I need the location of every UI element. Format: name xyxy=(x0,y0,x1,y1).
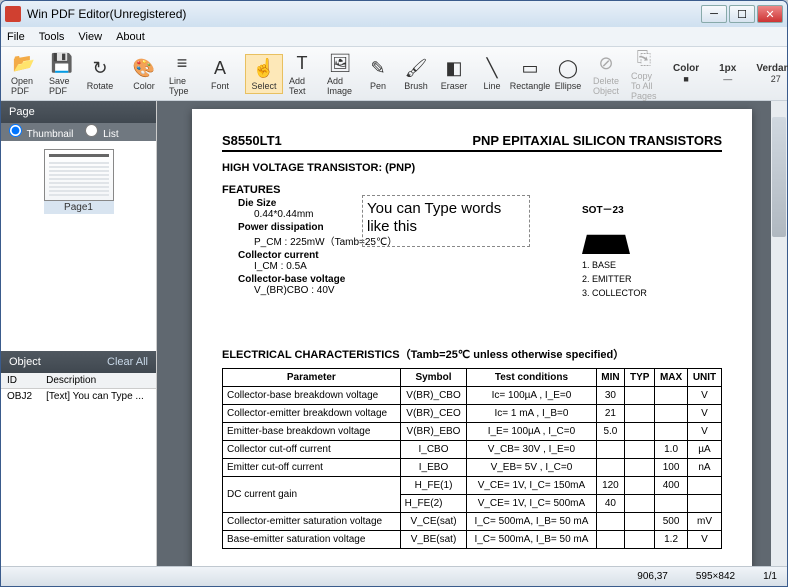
line-type-icon: ≡ xyxy=(170,52,194,76)
brush-icon: 🖌 xyxy=(404,57,428,81)
document-area[interactable]: S8550LT1 PNP EPITAXIAL SILICON TRANSISTO… xyxy=(157,101,787,566)
titlebar: Win PDF Editor(Unregistered) ─ ☐ ✕ xyxy=(1,1,787,27)
table-row: Emitter-base breakdown voltageV(BR)_EBOI… xyxy=(223,423,722,441)
table-row: Collector-base breakdown voltageV(BR)_CB… xyxy=(223,387,722,405)
menu-file[interactable]: File xyxy=(7,31,25,43)
rotate-icon: ↻ xyxy=(88,57,112,81)
clear-all-link[interactable]: Clear All xyxy=(107,356,148,368)
font-icon: A xyxy=(208,57,232,81)
status-pos: 906,37 xyxy=(637,571,668,582)
view-mode: Thumbnail List xyxy=(1,123,156,141)
page-panel-header: Page xyxy=(1,101,156,123)
eraser-button[interactable]: ◧Eraser xyxy=(435,55,473,93)
doc-title: PNP EPITAXIAL SILICON TRANSISTORS xyxy=(472,133,722,148)
line-type-button[interactable]: ≡Line Type xyxy=(163,50,201,98)
add-text-button[interactable]: TAdd Text xyxy=(283,50,321,98)
font-button[interactable]: AFont xyxy=(201,55,239,93)
save-pdf-button[interactable]: 💾Save PDF xyxy=(43,50,81,98)
status-page: 1/1 xyxy=(763,571,777,582)
statusbar: 906,37 595×842 1/1 xyxy=(1,566,787,586)
rectangle-icon: ▭ xyxy=(518,57,542,81)
menubar: File Tools View About xyxy=(1,27,787,47)
pdf-page: S8550LT1 PNP EPITAXIAL SILICON TRANSISTO… xyxy=(192,109,752,566)
color-button[interactable]: 🎨Color xyxy=(125,55,163,93)
maximize-button[interactable]: ☐ xyxy=(729,5,755,23)
open-pdf-icon: 📂 xyxy=(12,52,36,76)
add-image-button[interactable]: 🖼Add Image xyxy=(321,50,359,98)
brush-button[interactable]: 🖌Brush xyxy=(397,55,435,93)
minimize-button[interactable]: ─ xyxy=(701,5,727,23)
menu-tools[interactable]: Tools xyxy=(39,31,65,43)
scroll-thumb[interactable] xyxy=(772,117,786,237)
rotate-button[interactable]: ↻Rotate xyxy=(81,55,119,93)
status-px: 1px— xyxy=(709,63,746,84)
ellipse-button[interactable]: ◯Ellipse xyxy=(549,55,587,93)
select-icon: ☝ xyxy=(252,57,276,81)
status-font: Verdana27 xyxy=(746,63,788,84)
scrollbar[interactable] xyxy=(771,101,787,566)
doc-subtitle: HIGH VOLTAGE TRANSISTOR: (PNP) xyxy=(222,162,722,174)
select-button[interactable]: ☝Select xyxy=(245,54,283,94)
add-image-icon: 🖼 xyxy=(328,52,352,76)
rectangle-button[interactable]: ▭Rectangle xyxy=(511,55,549,93)
list-radio[interactable]: List xyxy=(85,124,118,140)
eraser-icon: ◧ xyxy=(442,57,466,81)
text-edit-box[interactable]: You can Type words like this xyxy=(362,195,530,247)
line-icon: ╲ xyxy=(480,57,504,81)
delete-object-icon: ⊘ xyxy=(594,52,618,76)
object-panel-header: Object Clear All xyxy=(1,351,156,373)
save-pdf-icon: 💾 xyxy=(50,52,74,76)
open-pdf-button[interactable]: 📂Open PDF xyxy=(5,50,43,98)
color-icon: 🎨 xyxy=(132,57,156,81)
ellipse-icon: ◯ xyxy=(556,57,580,81)
ec-table: ParameterSymbolTest conditionsMINTYPMAXU… xyxy=(222,368,722,549)
table-row: DC current gainH_FE(1)V_CE= 1V, I_C= 150… xyxy=(223,477,722,495)
thumbnail-list: Page1 xyxy=(1,141,156,351)
copy-all-button: ⎘Copy To All Pages xyxy=(625,45,663,103)
table-row: Collector-emitter breakdown voltageV(BR)… xyxy=(223,405,722,423)
pen-button[interactable]: ✎Pen xyxy=(359,55,397,93)
ec-heading: ELECTRICAL CHARACTERISTICS（Tamb=25℃ unle… xyxy=(222,349,624,361)
window-title: Win PDF Editor(Unregistered) xyxy=(27,7,701,21)
delete-object-button: ⊘Delete Object xyxy=(587,50,625,98)
thumbnail-radio[interactable]: Thumbnail xyxy=(9,124,73,140)
status-color: Color■ xyxy=(663,63,709,84)
add-text-icon: T xyxy=(290,52,314,76)
pen-icon: ✎ xyxy=(366,57,390,81)
part-number: S8550LT1 xyxy=(222,133,282,148)
object-list: IDDescription OBJ2[Text] You can Type ..… xyxy=(1,373,156,567)
table-row: Collector cut-off currentI_CBOV_CB= 30V … xyxy=(223,441,722,459)
menu-view[interactable]: View xyxy=(78,31,102,43)
object-row[interactable]: OBJ2[Text] You can Type ... xyxy=(1,388,156,404)
menu-about[interactable]: About xyxy=(116,31,145,43)
toolbar: 📂Open PDF💾Save PDF↻Rotate🎨Color≡Line Typ… xyxy=(1,47,787,101)
copy-all-icon: ⎘ xyxy=(632,47,656,71)
status-size: 595×842 xyxy=(696,571,735,582)
table-row: Emitter cut-off currentI_EBOV_EB= 5V , I… xyxy=(223,459,722,477)
table-row: Base-emitter saturation voltageV_BE(sat)… xyxy=(223,531,722,549)
package-diagram: SOT－23 1. BASE 2. EMITTER 3. COLLECTOR xyxy=(582,201,722,298)
page-thumbnail[interactable]: Page1 xyxy=(44,149,114,214)
table-row: Collector-emitter saturation voltageV_CE… xyxy=(223,513,722,531)
line-button[interactable]: ╲Line xyxy=(473,55,511,93)
close-button[interactable]: ✕ xyxy=(757,5,783,23)
app-icon xyxy=(5,6,21,22)
sot23-icon xyxy=(582,222,630,254)
